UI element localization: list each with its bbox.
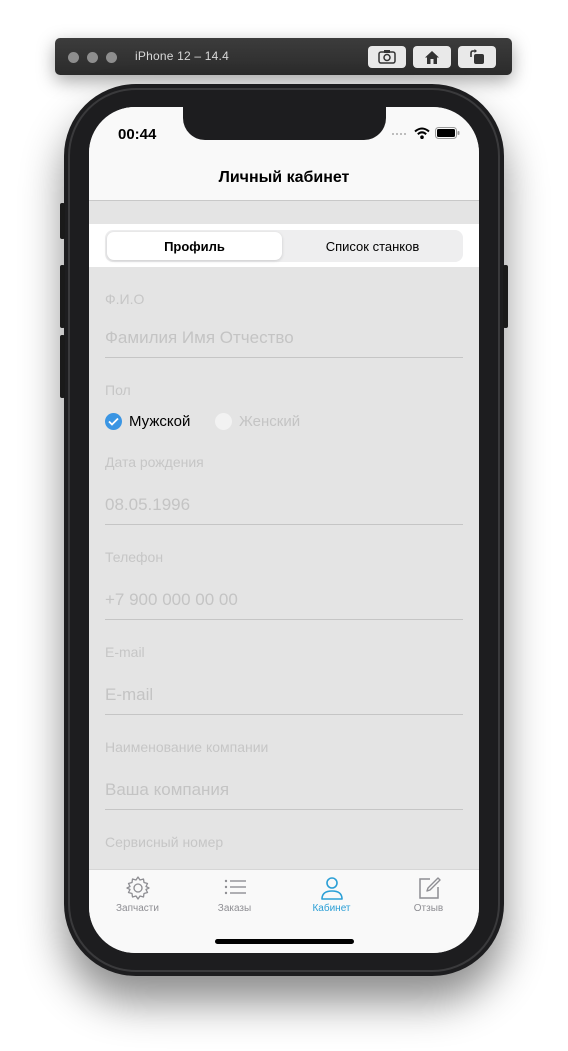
tab-review[interactable]: Отзыв: [380, 875, 477, 914]
email-field[interactable]: E-mail: [105, 685, 153, 705]
segment-machine-list[interactable]: Список станков: [284, 232, 461, 260]
tab-cabinet[interactable]: Кабинет: [283, 875, 380, 914]
home-indicator[interactable]: [215, 939, 354, 944]
page-title: Личный кабинет: [218, 169, 350, 186]
gender-female-radio[interactable]: Женский: [215, 413, 300, 430]
phone-underline: [105, 619, 463, 620]
gender-label: Пол: [105, 382, 131, 398]
compose-icon: [418, 877, 441, 899]
signal-icon: [392, 133, 406, 135]
status-icons: [391, 127, 460, 139]
gender-male-radio[interactable]: Мужской: [105, 413, 190, 430]
home-button[interactable]: [413, 46, 451, 68]
gender-male-label: Мужской: [129, 413, 191, 430]
list-icon: [224, 879, 246, 895]
birth-date-field[interactable]: 08.05.1996: [105, 495, 190, 515]
tab-cabinet-label: Кабинет: [312, 903, 351, 914]
tab-parts-label: Запчасти: [116, 903, 159, 914]
simulator-title: iPhone 12 – 14.4: [135, 49, 229, 63]
mute-switch: [60, 203, 65, 239]
segmented-control: Профиль Список станков: [105, 230, 463, 262]
home-icon: [425, 50, 439, 64]
rotate-button[interactable]: [458, 46, 496, 68]
segmented-control-container: Профиль Список станков: [89, 224, 479, 267]
screenshot-button[interactable]: [368, 46, 406, 68]
birth-date-label: Дата рождения: [105, 454, 204, 470]
rotate-icon: [470, 49, 484, 64]
tab-orders[interactable]: Заказы: [186, 875, 283, 914]
screenshot-icon: [378, 50, 396, 64]
notch: [183, 107, 386, 140]
phone-screen: 00:44 Личный кабинет Профиль Список стан…: [89, 107, 479, 953]
fio-underline: [105, 357, 463, 358]
checkmark-icon: [105, 413, 122, 430]
company-label: Наименование компании: [105, 739, 269, 755]
phone-label: Телефон: [105, 549, 164, 565]
company-field[interactable]: Ваша компания: [105, 780, 229, 800]
navigation-bar: Личный кабинет: [89, 163, 479, 201]
volume-down-button: [60, 335, 65, 398]
company-underline: [105, 809, 463, 810]
minimize-window-dot[interactable]: [87, 52, 98, 63]
birth-date-underline: [105, 524, 463, 525]
phone-field[interactable]: +7 900 000 00 00: [105, 590, 238, 610]
status-time: 00:44: [118, 126, 157, 143]
fio-field[interactable]: Фамилия Имя Отчество: [105, 328, 294, 348]
simulator-title-bar: iPhone 12 – 14.4: [55, 38, 512, 75]
gender-female-label: Женский: [239, 413, 301, 430]
power-button: [503, 265, 508, 328]
radio-empty-icon: [215, 413, 232, 430]
service-number-label: Сервисный номер: [105, 834, 224, 850]
gear-icon: [125, 876, 150, 900]
segment-profile[interactable]: Профиль: [107, 232, 282, 260]
battery-icon: [435, 127, 460, 139]
person-icon: [320, 877, 343, 900]
fio-label: Ф.И.О: [105, 291, 145, 307]
close-window-dot[interactable]: [68, 52, 79, 63]
volume-up-button: [60, 265, 65, 328]
tab-parts[interactable]: Запчасти: [89, 875, 186, 914]
email-label: E-mail: [105, 644, 145, 660]
tab-review-label: Отзыв: [413, 903, 444, 914]
tab-orders-label: Заказы: [217, 903, 252, 914]
wifi-icon: [414, 127, 430, 139]
email-underline: [105, 714, 463, 715]
zoom-window-dot[interactable]: [106, 52, 117, 63]
